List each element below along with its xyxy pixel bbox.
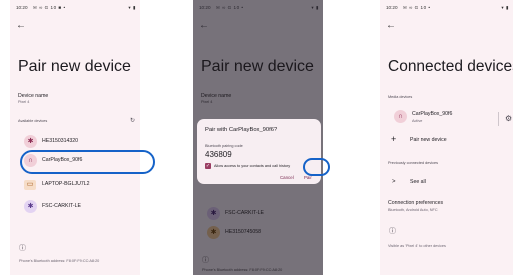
device-name: HE3150745058: [225, 229, 262, 235]
media-devices-label: Media devices: [388, 95, 413, 99]
arrow-back-icon[interactable]: ←: [386, 21, 396, 31]
status-icons: ✉ ∞ G 10 •: [216, 5, 244, 10]
bluetooth-icon: ✱: [207, 207, 220, 220]
device-name-label[interactable]: Device name: [18, 93, 48, 99]
connection-preferences[interactable]: Connection preferences: [388, 200, 443, 206]
contacts-checkbox[interactable]: ✓: [205, 163, 211, 169]
arrow-back-icon: ←: [199, 20, 209, 31]
pair-dialog: Pair with CarPlayBox_90f6? Bluetooth pai…: [197, 119, 321, 184]
see-all-button[interactable]: See all: [410, 179, 426, 185]
status-right-icons: ▾ ▮: [128, 5, 136, 10]
status-time: 10:20: [386, 5, 398, 10]
device-item: ✱ HE3150745058: [201, 224, 321, 242]
status-bar: 10:20 ✉ ∞ G 10 • ▾ ▮: [199, 5, 319, 13]
device-status: Active: [412, 119, 423, 123]
page-title: Pair new device: [201, 58, 314, 75]
dialog-title: Pair with CarPlayBox_90f6?: [205, 127, 278, 133]
info-icon: ⓘ: [389, 228, 396, 235]
device-item[interactable]: ▭ LAPTOP-BGLJU7L2: [18, 176, 138, 194]
selection-highlight: [20, 150, 155, 174]
status-icons: ✉ ∞ G 10 •: [403, 5, 431, 10]
device-name: HE3150314320: [42, 138, 79, 144]
device-name: FSC-CARKIT-LE: [42, 203, 81, 209]
device-item[interactable]: ✱ FSC-CARKIT-LE: [18, 198, 138, 216]
status-icons: ✉ ∞ G 10 ■ •: [33, 5, 66, 10]
status-time: 10:20: [199, 5, 211, 10]
checkbox-label: Allow access to your contacts and call h…: [214, 164, 291, 168]
media-device-item[interactable]: ∩ CarPlayBox_90f6 Active: [388, 108, 508, 126]
info-icon: ⓘ: [202, 257, 209, 264]
device-item: ✱ FSC-CARKIT-LE: [201, 205, 321, 223]
connection-preferences-sub: Bluetooth, Android Auto, NFC: [388, 208, 438, 212]
previous-devices-label: Previously connected devices: [388, 161, 439, 165]
status-bar: 10:20 ✉ ∞ G 10 ■ • ▾ ▮: [16, 5, 136, 13]
laptop-icon: ▭: [24, 180, 36, 190]
bluetooth-address: Phone's Bluetooth address: F8:0F:F9:CC:A…: [19, 259, 100, 263]
bluetooth-icon: ✱: [207, 226, 220, 239]
device-name-label: Device name: [201, 93, 232, 99]
device-item[interactable]: ✱ HE3150314320: [18, 133, 138, 151]
available-devices-label: Available devices: [18, 119, 48, 123]
pairing-code: 436809: [205, 150, 232, 159]
visibility-text: Visible as 'Pixel 4' to other devices: [388, 244, 446, 248]
status-time: 10:20: [16, 5, 28, 10]
page-title: Pair new device: [18, 58, 131, 75]
info-icon: ⓘ: [19, 245, 26, 252]
bluetooth-address: Phone's Bluetooth address: F8:0F:F9:CC:A…: [202, 268, 283, 272]
pair-new-device-button[interactable]: Pair new device: [410, 137, 447, 143]
pair-dialog-screen: 10:20 ✉ ∞ G 10 • ▾ ▮ ← Pair new device D…: [193, 0, 323, 275]
headphones-icon: ∩: [394, 110, 407, 123]
pairing-code-label: Bluetooth pairing code: [205, 144, 243, 148]
device-name: CarPlayBox_90f6: [412, 111, 453, 117]
gear-icon[interactable]: ⚙: [505, 114, 512, 123]
bluetooth-icon: ✱: [24, 135, 37, 148]
bluetooth-icon: ✱: [24, 200, 37, 213]
device-name: LAPTOP-BGLJU7L2: [42, 181, 90, 187]
device-name-value: Pixel 4: [18, 100, 30, 104]
arrow-back-icon[interactable]: ←: [16, 21, 26, 31]
pair-button-highlight: [303, 158, 330, 176]
pair-screen: 10:20 ✉ ∞ G 10 ■ • ▾ ▮ ← Pair new device…: [10, 0, 140, 275]
device-name-value: Pixel 4: [201, 100, 213, 104]
status-right-icons: ▾ ▮: [501, 5, 509, 10]
page-title: Connected devices: [388, 58, 513, 75]
refresh-icon[interactable]: ↻: [130, 117, 135, 124]
device-name: FSC-CARKIT-LE: [225, 210, 264, 216]
status-right-icons: ▾ ▮: [311, 5, 319, 10]
divider: [498, 112, 499, 126]
chevron-right-icon: >: [392, 179, 396, 185]
plus-icon: +: [391, 134, 397, 144]
status-bar: 10:20 ✉ ∞ G 10 • ▾ ▮: [386, 5, 509, 13]
cancel-button[interactable]: Cancel: [280, 175, 294, 180]
connected-devices-screen: 10:20 ✉ ∞ G 10 • ▾ ▮ ← Connected devices…: [380, 0, 513, 275]
